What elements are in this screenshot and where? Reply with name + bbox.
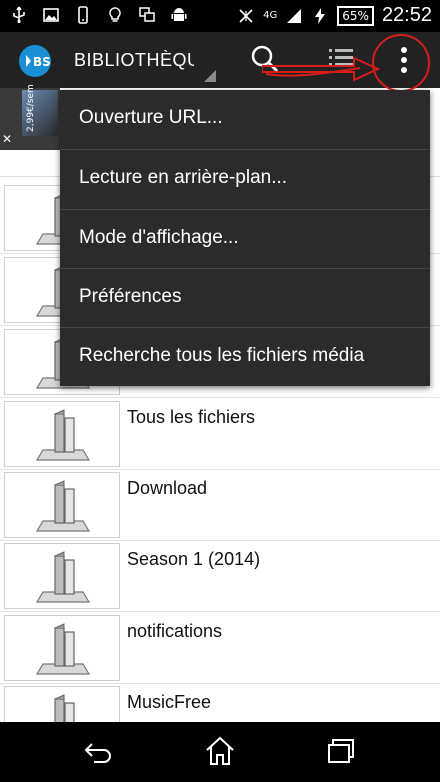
row-divider [0,397,440,398]
folder-label[interactable]: Download [127,478,207,499]
signal-off-icon [239,8,253,23]
signal-icon [287,8,302,23]
menu-item-preferences[interactable]: Préférences [60,269,430,329]
menu-item-search-media[interactable]: Recherche tous les fichiers média [60,328,430,388]
folder-icon[interactable] [4,401,120,467]
charging-icon [315,7,326,24]
usb-icon [13,6,25,24]
svg-text:BS: BS [33,55,51,69]
menu-item-display-mode[interactable]: Mode d'affichage... [60,210,430,270]
recent-apps-icon[interactable] [326,738,356,764]
folder-icon[interactable] [4,615,120,681]
back-icon[interactable] [84,740,114,764]
menu-item-label: Recherche tous les fichiers média [79,345,365,366]
android-icon [171,8,187,21]
menu-item-background-play[interactable]: Lecture en arrière-plan... [60,150,430,210]
ad-banner[interactable]: 2,99€/sem ✕ [0,84,60,150]
battery-icon: 65% [337,5,374,26]
ad-price: 2,99€/sem [26,84,36,132]
network-icon: 4G [263,9,278,21]
title-dropdown-indicator [204,70,216,82]
folder-icon[interactable] [4,472,120,538]
annotation-arrow [262,56,380,82]
folder-label[interactable]: MusicFree [127,692,211,713]
lightbulb-icon [109,7,121,22]
menu-item-label: Lecture en arrière-plan... [79,167,288,188]
clock: 22:52 [381,4,432,26]
status-bar: 4G 65% 22:52 [0,0,440,32]
phone-icon [78,6,88,24]
menu-item-label: Mode d'affichage... [79,227,239,248]
menu-item-label: Préférences [79,286,182,307]
menu-item-open-url[interactable]: Ouverture URL... [60,90,430,150]
folder-label[interactable]: Tous les fichiers [127,407,255,428]
screen-icon [139,7,155,22]
ad-close-icon[interactable]: ✕ [2,132,12,146]
folder-label[interactable]: notifications [127,621,222,642]
folder-icon[interactable] [4,543,120,609]
menu-item-label: Ouverture URL... [79,107,223,128]
app-logo-icon[interactable]: BS [18,44,52,78]
row-divider [0,540,440,541]
row-divider [0,683,440,684]
home-icon[interactable] [204,736,236,766]
image-icon [43,8,59,22]
navigation-bar [0,722,440,782]
row-divider [0,611,440,612]
folder-label[interactable]: Season 1 (2014) [127,549,260,570]
library-title[interactable]: BIBLIOTHÈQUE [74,50,194,71]
annotation-circle [372,34,430,92]
row-divider [0,469,440,470]
overflow-menu: Ouverture URL... Lecture en arrière-plan… [60,90,430,386]
battery-level: 65% [337,5,374,26]
